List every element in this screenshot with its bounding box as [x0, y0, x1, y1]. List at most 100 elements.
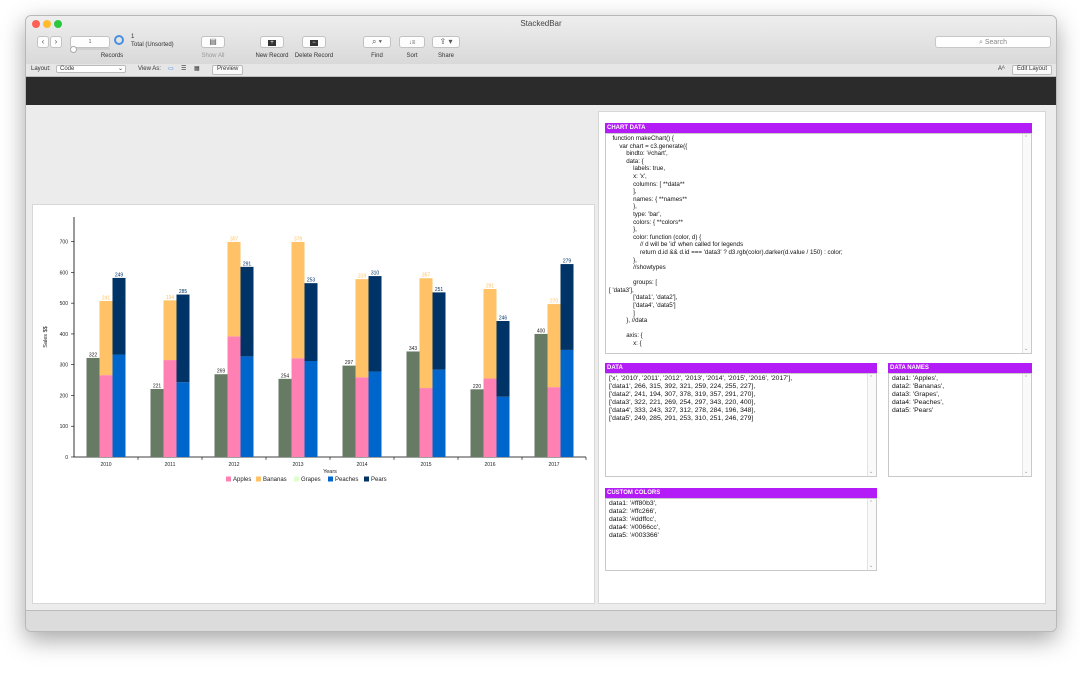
data-field[interactable]: ['x', '2010', '2011', '2012', '2013', '2… — [605, 373, 877, 477]
edit-layout-button[interactable]: Edit Layout — [1012, 65, 1053, 75]
data-label-pears: 253 — [307, 278, 316, 284]
chevron-down-icon: ⌄ — [117, 66, 123, 72]
x-tick-label: 2011 — [165, 462, 176, 468]
legend-swatch-grapes — [294, 476, 299, 482]
legend-label-bananas: Bananas — [263, 477, 287, 483]
stacked-bar-chart: 0100200300400500600700Sales $$2010322266… — [43, 217, 587, 483]
bar-pears — [496, 321, 510, 397]
previous-record-button[interactable]: ‹ — [37, 36, 49, 48]
data-label-grapes: 220 — [473, 384, 482, 390]
scroll-down-icon[interactable]: ⌄ — [869, 563, 873, 569]
chart-data-header: CHART DATA — [605, 123, 1032, 133]
record-count: 1 — [131, 34, 135, 40]
bar-apples — [547, 387, 561, 457]
bar-grapes — [534, 333, 548, 457]
bar-peaches — [560, 349, 574, 457]
data-scrollbar[interactable]: ⌃ ⌄ — [867, 374, 876, 476]
new-record-label: New Record — [255, 53, 289, 59]
header-band — [26, 77, 1056, 105]
bar-peaches — [432, 369, 446, 457]
table-view-icon[interactable]: ▦ — [194, 65, 200, 72]
layout-select-value: Code — [60, 66, 75, 72]
preview-button[interactable]: Preview — [212, 65, 244, 75]
bar-peaches — [496, 396, 510, 457]
scroll-up-icon[interactable]: ⌃ — [869, 500, 873, 506]
scroll-down-icon[interactable]: ⌄ — [1024, 469, 1028, 475]
legend-label-apples: Apples — [233, 477, 251, 483]
view-as-label: View As: — [138, 66, 161, 72]
data-label-grapes: 322 — [89, 352, 98, 358]
data-label-bananas: 241 — [102, 296, 111, 302]
y-tick-label: 200 — [60, 393, 69, 399]
chart-data-field[interactable]: function makeChart() { var chart = c3.ge… — [605, 133, 1032, 354]
new-record-button[interactable]: + — [260, 36, 284, 48]
bar-pears — [240, 266, 254, 357]
bar-apples — [355, 377, 369, 457]
text-format-icon[interactable]: Aᴬ — [998, 66, 1005, 72]
data-label-grapes: 269 — [217, 369, 226, 375]
bar-grapes — [406, 351, 420, 457]
data-names-scrollbar[interactable]: ⌃ ⌄ — [1022, 374, 1031, 476]
record-slider[interactable] — [70, 46, 110, 53]
bar-bananas — [163, 300, 177, 361]
data-label-bananas: 270 — [550, 299, 559, 305]
data-text: ['x', '2010', '2011', '2012', '2013', '2… — [609, 375, 793, 422]
layout-label: Layout: — [31, 66, 51, 72]
y-axis-label: Sales $$ — [43, 326, 49, 347]
layout-select[interactable]: Code ⌄ — [56, 65, 126, 73]
chart-data-scrollbar[interactable]: ⌃ ⌄ — [1022, 134, 1031, 353]
chevron-left-icon: ‹ — [41, 37, 45, 46]
bar-grapes — [214, 374, 228, 457]
data-label-grapes: 400 — [537, 328, 546, 334]
y-tick-label: 500 — [60, 301, 69, 307]
next-record-button[interactable]: › — [50, 36, 62, 48]
scroll-down-icon[interactable]: ⌄ — [1024, 346, 1028, 352]
bar-peaches — [240, 356, 254, 457]
records-icon: ▤ — [209, 37, 217, 46]
custom-colors-field[interactable]: data1: '#ff80b3', data2: '#ffc266', data… — [605, 498, 877, 571]
legend-swatch-bananas — [256, 476, 261, 482]
scroll-up-icon[interactable]: ⌃ — [1024, 135, 1028, 141]
record-slider-thumb[interactable] — [70, 46, 77, 53]
data-names-field[interactable]: data1: 'Apples', data2: 'Bananas', data3… — [888, 373, 1032, 477]
data-label-pears: 279 — [563, 259, 572, 265]
x-tick-label: 2017 — [548, 462, 559, 468]
bar-peaches — [304, 361, 318, 457]
bar-apples — [483, 378, 497, 457]
title-bar: StackedBar ‹ › 1 1 Total (Unsorted) Reco… — [26, 16, 1056, 65]
bar-pears — [432, 292, 446, 370]
data-label-grapes: 221 — [153, 384, 162, 390]
share-button[interactable]: ⇪ ▾ — [432, 36, 460, 48]
bar-bananas — [99, 301, 113, 376]
show-all-label: Show All — [201, 53, 225, 59]
data-label-bananas: 194 — [166, 295, 175, 301]
scroll-up-icon[interactable]: ⌃ — [1024, 375, 1028, 381]
x-axis-label: Years — [323, 469, 337, 475]
show-all-button[interactable]: ▤ — [201, 36, 225, 48]
bar-bananas — [547, 304, 561, 388]
layout-content: 0100200300400500600700Sales $$2010322266… — [26, 105, 1056, 610]
data-label-pears: 249 — [115, 272, 124, 278]
bar-peaches — [112, 354, 126, 457]
find-button[interactable]: ⌕ ▾ — [363, 36, 391, 48]
form-view-icon[interactable]: ▭ — [168, 65, 174, 72]
sort-button[interactable]: ↓≡ — [399, 36, 425, 48]
x-tick-label: 2012 — [228, 462, 239, 468]
bar-apples — [291, 358, 305, 457]
x-tick-label: 2014 — [356, 462, 367, 468]
sort-icon: ↓≡ — [408, 40, 416, 46]
y-tick-label: 600 — [60, 270, 69, 276]
scroll-up-icon[interactable]: ⌃ — [869, 375, 873, 381]
custom-colors-scrollbar[interactable]: ⌃ ⌄ — [867, 499, 876, 570]
bar-bananas — [291, 241, 305, 359]
bar-pears — [112, 277, 126, 355]
scroll-down-icon[interactable]: ⌄ — [869, 469, 873, 475]
search-field[interactable]: ⌕ Search — [935, 36, 1051, 48]
data-label-pears: 246 — [499, 316, 508, 322]
list-view-icon[interactable]: ☰ — [181, 65, 186, 72]
window-title: StackedBar — [520, 19, 562, 28]
bar-bananas — [483, 289, 497, 379]
delete-record-button[interactable]: − — [302, 36, 326, 48]
bar-apples — [419, 388, 433, 457]
data-label-bananas: 378 — [294, 236, 303, 242]
